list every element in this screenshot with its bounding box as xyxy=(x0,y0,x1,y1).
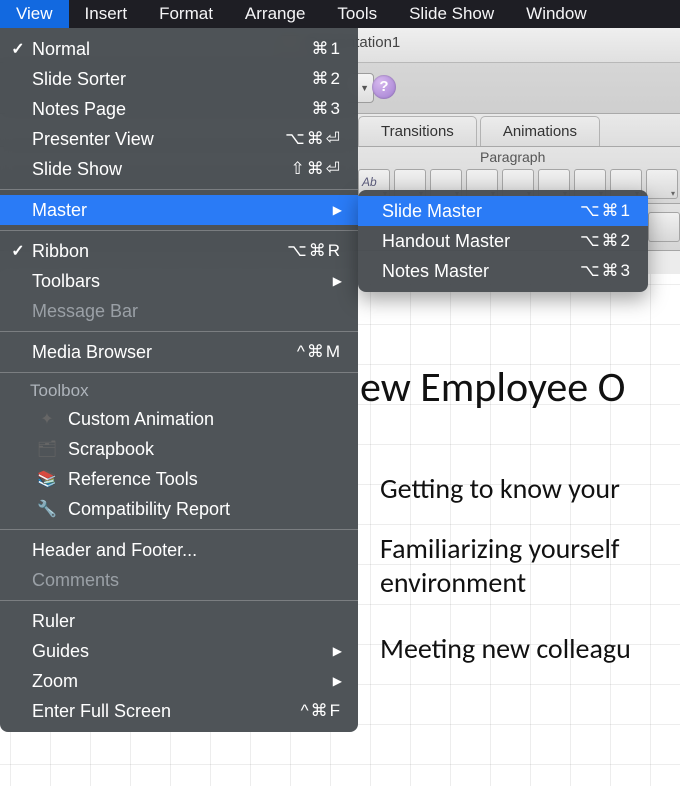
shortcut-label: ⇧⌘⏎ xyxy=(291,159,343,179)
view-normal[interactable]: ✓ Normal ⌘1 xyxy=(0,34,358,64)
view-ribbon[interactable]: ✓ Ribbon ⌥⌘R xyxy=(0,236,358,266)
menu-item-label: Custom Animation xyxy=(68,409,214,430)
submenu-arrow-icon: ▶ xyxy=(327,203,342,217)
slide-title-text: ew Employee O xyxy=(360,362,626,413)
menu-item-label: Header and Footer... xyxy=(28,540,342,561)
master-notes-master[interactable]: Notes Master ⌥⌘3 xyxy=(358,256,648,286)
menu-view[interactable]: View xyxy=(0,0,69,28)
reference-icon: 📚 xyxy=(34,469,60,489)
tab-animations[interactable]: Animations xyxy=(480,116,600,146)
view-guides[interactable]: Guides ▶ xyxy=(0,636,358,666)
menu-separator xyxy=(0,331,358,332)
view-presenter-view[interactable]: Presenter View ⌥⌘⏎ xyxy=(0,124,358,154)
help-icon[interactable]: ? xyxy=(372,75,396,99)
checkmark-icon: ✓ xyxy=(8,241,28,261)
star-icon: ✦ xyxy=(34,409,60,429)
shortcut-label: ⌥⌘1 xyxy=(580,201,632,221)
menubar: View Insert Format Arrange Tools Slide S… xyxy=(0,0,680,28)
menu-item-label: Ruler xyxy=(28,611,342,632)
menu-item-label: Slide Sorter xyxy=(28,69,312,90)
shortcut-label: ⌘1 xyxy=(312,39,342,59)
submenu-arrow-icon: ▶ xyxy=(327,644,342,658)
columns-button[interactable] xyxy=(646,169,678,199)
slide-body-line2a: Familiarizing yourself xyxy=(380,532,619,566)
wrench-icon: 🔧 xyxy=(34,499,60,519)
master-submenu: Slide Master ⌥⌘1 Handout Master ⌥⌘2 Note… xyxy=(358,190,648,292)
menu-item-label: Enter Full Screen xyxy=(28,701,301,722)
toolbox-compatibility-report[interactable]: 🔧 Compatibility Report xyxy=(0,494,358,524)
view-header-footer[interactable]: Header and Footer... xyxy=(0,535,358,565)
shortcut-label: ⌘2 xyxy=(312,69,342,89)
master-slide-master[interactable]: Slide Master ⌥⌘1 xyxy=(358,196,648,226)
checkmark-icon: ✓ xyxy=(8,39,28,59)
menu-separator xyxy=(0,189,358,190)
menu-item-label: Ribbon xyxy=(28,241,287,262)
text-ab-icon: Ab xyxy=(362,175,377,189)
view-notes-page[interactable]: Notes Page ⌘3 xyxy=(0,94,358,124)
menu-item-label: Media Browser xyxy=(28,342,297,363)
view-ruler[interactable]: Ruler xyxy=(0,606,358,636)
ribbon-group-label: Paragraph xyxy=(480,149,545,165)
menu-format[interactable]: Format xyxy=(143,0,229,28)
shortcut-label: ^⌘M xyxy=(297,342,342,362)
menu-item-label: Slide Show xyxy=(28,159,291,180)
slide-body-line3: Meeting new colleagu xyxy=(380,632,631,666)
menu-separator xyxy=(0,529,358,530)
view-comments: Comments xyxy=(0,565,358,595)
menu-arrange[interactable]: Arrange xyxy=(229,0,321,28)
menu-separator xyxy=(0,230,358,231)
menu-separator xyxy=(0,372,358,373)
menu-item-label: Notes Master xyxy=(382,261,580,282)
view-slide-show[interactable]: Slide Show ⇧⌘⏎ xyxy=(0,154,358,184)
menu-item-label: Slide Master xyxy=(382,201,580,222)
view-master[interactable]: Master ▶ xyxy=(0,195,358,225)
menu-item-label: Handout Master xyxy=(382,231,580,252)
view-media-browser[interactable]: Media Browser ^⌘M xyxy=(0,337,358,367)
menu-item-label: Master xyxy=(28,200,327,221)
scrapbook-icon: 🗂 xyxy=(34,439,60,459)
shortcut-label: ⌥⌘R xyxy=(287,241,342,261)
menu-tools[interactable]: Tools xyxy=(321,0,393,28)
menu-item-label: Guides xyxy=(28,641,327,662)
shortcut-label: ⌥⌘3 xyxy=(580,261,632,281)
menu-item-label: Reference Tools xyxy=(68,469,198,490)
toolbox-scrapbook[interactable]: 🗂 Scrapbook xyxy=(0,434,358,464)
menu-item-label: Zoom xyxy=(28,671,327,692)
shortcut-label: ⌥⌘2 xyxy=(580,231,632,251)
menu-separator xyxy=(0,600,358,601)
toolbox-custom-animation[interactable]: ✦ Custom Animation xyxy=(0,404,358,434)
menu-item-label: Scrapbook xyxy=(68,439,154,460)
font-style-button[interactable] xyxy=(648,212,680,242)
view-message-bar: Message Bar xyxy=(0,296,358,326)
toolbox-reference-tools[interactable]: 📚 Reference Tools xyxy=(0,464,358,494)
view-enter-full-screen[interactable]: Enter Full Screen ^⌘F xyxy=(0,696,358,726)
menu-item-label: Toolbars xyxy=(28,271,327,292)
view-zoom[interactable]: Zoom ▶ xyxy=(0,666,358,696)
menu-item-label: Normal xyxy=(28,39,312,60)
menu-item-label: Message Bar xyxy=(28,301,342,322)
shortcut-label: ⌘3 xyxy=(312,99,342,119)
menu-item-label: Comments xyxy=(28,570,342,591)
menu-insert[interactable]: Insert xyxy=(69,0,144,28)
menu-window[interactable]: Window xyxy=(510,0,602,28)
menu-item-label: Compatibility Report xyxy=(68,499,230,520)
shortcut-label: ⌥⌘⏎ xyxy=(285,129,342,149)
shortcut-label: ^⌘F xyxy=(301,701,342,721)
view-toolbars[interactable]: Toolbars ▶ xyxy=(0,266,358,296)
toolbox-header: Toolbox xyxy=(0,378,358,404)
menu-slide-show[interactable]: Slide Show xyxy=(393,0,510,28)
menu-item-label: Presenter View xyxy=(28,129,285,150)
submenu-arrow-icon: ▶ xyxy=(327,674,342,688)
view-slide-sorter[interactable]: Slide Sorter ⌘2 xyxy=(0,64,358,94)
slide-body-line2b: environment xyxy=(380,566,526,600)
view-menu-dropdown: ✓ Normal ⌘1 Slide Sorter ⌘2 Notes Page ⌘… xyxy=(0,28,358,732)
slide-body-line1: Getting to know your xyxy=(380,472,620,506)
master-handout-master[interactable]: Handout Master ⌥⌘2 xyxy=(358,226,648,256)
tab-transitions[interactable]: Transitions xyxy=(358,116,477,146)
menu-item-label: Notes Page xyxy=(28,99,312,120)
submenu-arrow-icon: ▶ xyxy=(327,274,342,288)
